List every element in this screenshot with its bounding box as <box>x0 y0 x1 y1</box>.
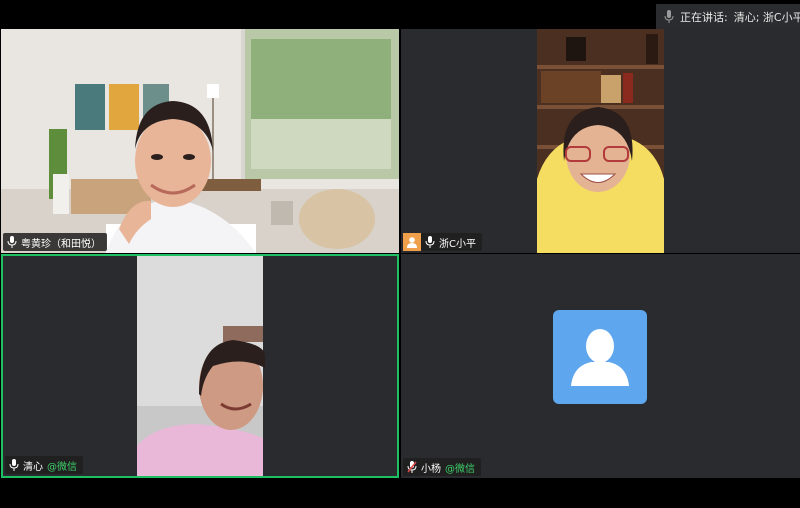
video-tile-3-active[interactable]: 清心 @微信 <box>1 254 399 478</box>
default-avatar <box>553 310 647 404</box>
participant-video-3 <box>3 256 397 476</box>
video-tile-4[interactable]: 小杨 @微信 <box>401 254 800 478</box>
speaking-names: 清心; 浙C小平 <box>733 11 800 24</box>
participant-video-2 <box>401 29 800 253</box>
mic-muted-icon <box>407 461 417 473</box>
mic-icon <box>7 236 17 248</box>
speaking-prefix: 正在讲话: <box>680 11 728 24</box>
mic-icon <box>425 236 435 248</box>
participant-label-4: 小杨 @微信 <box>403 458 481 476</box>
participant-label-2: 浙C小平 <box>403 233 482 251</box>
participant-name: 粤黄珍（和田悦） <box>21 238 101 250</box>
participant-name: 小杨 <box>421 463 441 475</box>
user-icon <box>571 329 629 386</box>
participant-name: 清心 <box>23 461 43 473</box>
mic-icon <box>664 10 674 24</box>
video-tile-2[interactable]: 浙C小平 <box>401 29 800 253</box>
active-speaker-bar: 正在讲话: 清心; 浙C小平 <box>656 4 800 30</box>
participant-label-3: 清心 @微信 <box>5 456 83 474</box>
video-tile-1[interactable]: 粤黄珍（和田悦） <box>1 29 399 253</box>
participant-suffix: @微信 <box>47 461 77 473</box>
participant-video-1 <box>1 29 399 253</box>
participant-suffix: @微信 <box>445 463 475 475</box>
user-icon <box>403 233 421 251</box>
mic-icon <box>9 459 19 471</box>
participant-name: 浙C小平 <box>439 238 476 250</box>
participant-label-1: 粤黄珍（和田悦） <box>3 233 107 251</box>
